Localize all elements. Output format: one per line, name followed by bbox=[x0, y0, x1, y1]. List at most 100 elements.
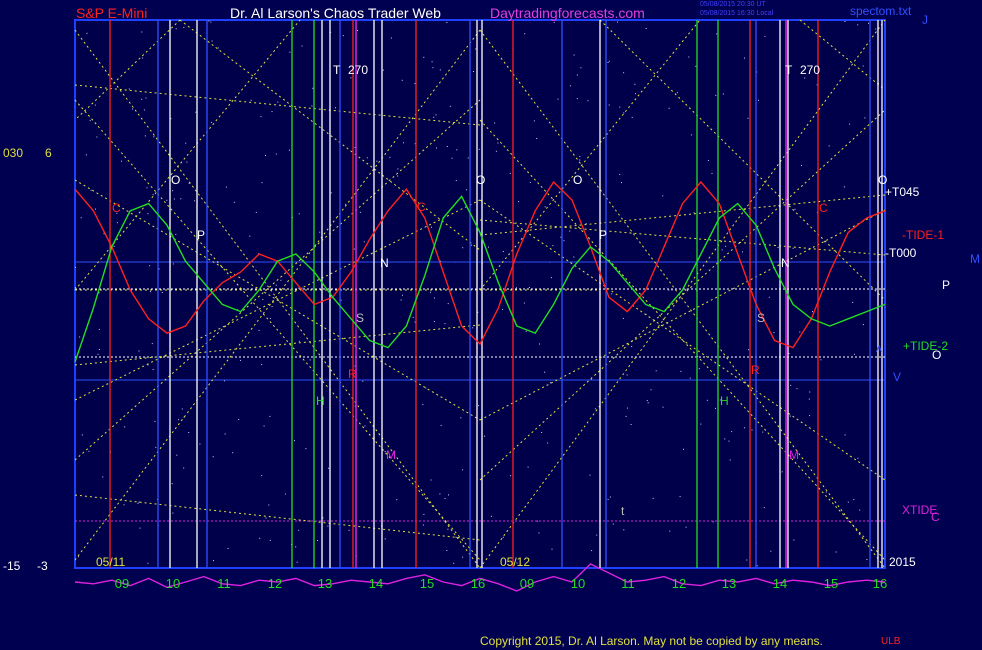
star-dot bbox=[698, 368, 700, 370]
star-dot bbox=[188, 182, 190, 184]
star-dot bbox=[151, 343, 153, 345]
label-p: P bbox=[942, 278, 951, 292]
file-name: spectom.txt bbox=[850, 4, 912, 18]
star-dot bbox=[612, 523, 614, 525]
x-tick-label: 12 bbox=[268, 576, 282, 591]
x-tick-label: 09 bbox=[115, 576, 129, 591]
x-tick-label: 14 bbox=[369, 576, 383, 591]
star-dot bbox=[607, 62, 609, 63]
star-dot bbox=[608, 104, 610, 106]
star-dot bbox=[446, 146, 448, 147]
star-dot bbox=[676, 92, 678, 94]
star-dot bbox=[634, 83, 636, 85]
star-dot bbox=[446, 22, 448, 23]
star-dot bbox=[432, 67, 434, 69]
star-dot bbox=[436, 147, 437, 149]
star-dot bbox=[671, 289, 673, 291]
star-dot bbox=[847, 501, 849, 503]
marker-label: T bbox=[333, 63, 341, 77]
star-dot bbox=[576, 74, 578, 76]
star-dot bbox=[166, 199, 168, 201]
star-dot bbox=[551, 548, 553, 550]
star-dot bbox=[456, 149, 458, 151]
star-dot bbox=[804, 77, 806, 79]
star-dot bbox=[80, 217, 82, 219]
star-dot bbox=[744, 57, 745, 59]
star-dot bbox=[425, 387, 427, 389]
star-dot bbox=[825, 491, 827, 493]
marker-label: S bbox=[757, 311, 765, 325]
left-scale-bottom-a: -15 bbox=[3, 559, 21, 573]
year-label: 2015 bbox=[889, 555, 916, 569]
star-dot bbox=[123, 504, 125, 506]
marker-label: C bbox=[819, 201, 828, 215]
star-dot bbox=[448, 494, 449, 496]
star-dot bbox=[422, 404, 424, 406]
x-tick-label: 14 bbox=[773, 576, 787, 591]
star-dot bbox=[268, 504, 270, 506]
star-dot bbox=[721, 249, 723, 251]
star-dot bbox=[153, 136, 155, 138]
star-dot bbox=[311, 105, 313, 107]
star-dot bbox=[400, 299, 402, 301]
star-dot bbox=[502, 308, 504, 310]
star-dot bbox=[260, 116, 262, 118]
star-dot bbox=[544, 371, 546, 373]
star-dot bbox=[208, 20, 210, 22]
star-dot bbox=[455, 180, 457, 182]
site-link[interactable]: Daytradingforecasts.com bbox=[490, 5, 645, 21]
star-dot bbox=[435, 114, 437, 116]
star-dot bbox=[382, 69, 384, 71]
star-dot bbox=[685, 526, 687, 528]
x-tick-label: 10 bbox=[166, 576, 180, 591]
label-v: V bbox=[893, 370, 902, 384]
star-dot bbox=[762, 431, 764, 433]
star-dot bbox=[433, 116, 435, 118]
star-dot bbox=[591, 550, 593, 552]
star-dot bbox=[462, 247, 464, 249]
timestamp-ut: 05/08/2015 20:30 UT bbox=[700, 1, 766, 8]
star-dot bbox=[478, 148, 480, 150]
marker-label: C bbox=[112, 201, 121, 215]
star-dot bbox=[261, 475, 263, 477]
star-dot bbox=[98, 349, 100, 350]
star-dot bbox=[280, 279, 282, 281]
star-dot bbox=[635, 93, 636, 95]
star-dot bbox=[462, 556, 464, 558]
copyright-tag: ULB bbox=[881, 636, 901, 647]
star-dot bbox=[75, 266, 76, 268]
star-dot bbox=[557, 98, 559, 100]
star-dot bbox=[773, 332, 775, 334]
marker-label: O bbox=[476, 173, 485, 187]
star-dot bbox=[700, 423, 702, 425]
star-dot bbox=[271, 111, 273, 113]
star-dot bbox=[85, 154, 87, 156]
star-dot bbox=[716, 33, 718, 35]
star-dot bbox=[625, 415, 627, 417]
star-dot bbox=[289, 51, 291, 53]
marker-label: R bbox=[348, 367, 357, 381]
star-dot bbox=[569, 230, 571, 232]
star-dot bbox=[478, 405, 480, 407]
star-dot bbox=[249, 235, 251, 237]
star-dot bbox=[669, 530, 671, 532]
star-dot bbox=[853, 499, 855, 501]
marker-label: 270 bbox=[800, 63, 820, 77]
star-dot bbox=[444, 323, 446, 325]
marker-label: S bbox=[356, 311, 364, 325]
star-dot bbox=[631, 116, 633, 118]
star-dot bbox=[277, 101, 279, 103]
star-dot bbox=[812, 311, 813, 313]
star-dot bbox=[862, 65, 864, 67]
label-a: A bbox=[876, 344, 883, 354]
star-dot bbox=[439, 69, 441, 71]
marker-label: H bbox=[316, 394, 325, 408]
star-dot bbox=[397, 175, 399, 177]
star-dot bbox=[844, 434, 846, 436]
star-dot bbox=[758, 99, 759, 101]
star-dot bbox=[623, 112, 625, 114]
star-dot bbox=[617, 21, 618, 23]
star-dot bbox=[560, 236, 562, 238]
star-dot bbox=[145, 97, 147, 99]
star-dot bbox=[541, 432, 543, 433]
